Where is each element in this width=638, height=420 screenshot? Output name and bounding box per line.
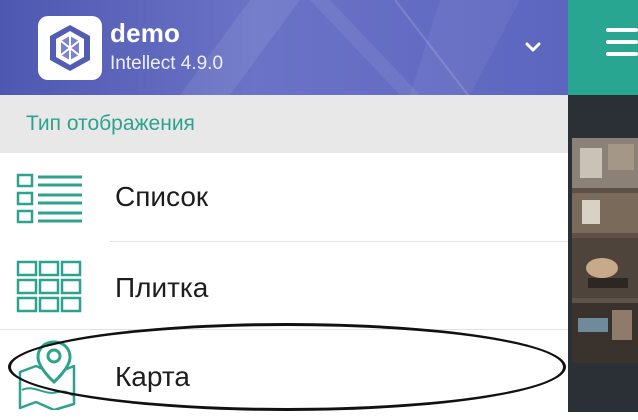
section-label: Тип отображения bbox=[26, 112, 195, 135]
chevron-down-icon[interactable] bbox=[520, 36, 546, 58]
view-mode-label: Плитка bbox=[115, 272, 209, 303]
server-name: demo bbox=[110, 18, 181, 48]
view-mode-label: Список bbox=[115, 181, 209, 212]
map-pin-icon bbox=[18, 340, 76, 410]
sidebar-header[interactable]: demo Intellect 4.9.0 bbox=[0, 0, 568, 95]
list-icon bbox=[16, 173, 82, 224]
view-mode-map[interactable]: Карта bbox=[0, 330, 568, 420]
view-mode-list[interactable]: Список bbox=[0, 153, 568, 243]
main-view-panel bbox=[568, 0, 638, 412]
server-version: Intellect 4.9.0 bbox=[110, 53, 224, 74]
cube-logo-icon bbox=[38, 16, 102, 80]
camera-thumbnail[interactable] bbox=[572, 138, 638, 363]
view-mode-label: Карта bbox=[115, 361, 190, 392]
top-bar bbox=[568, 0, 638, 95]
grid-icon bbox=[16, 260, 82, 313]
view-mode-tile[interactable]: Плитка bbox=[0, 242, 568, 332]
section-header: Тип отображения bbox=[0, 95, 568, 153]
hamburger-icon[interactable] bbox=[606, 28, 638, 64]
